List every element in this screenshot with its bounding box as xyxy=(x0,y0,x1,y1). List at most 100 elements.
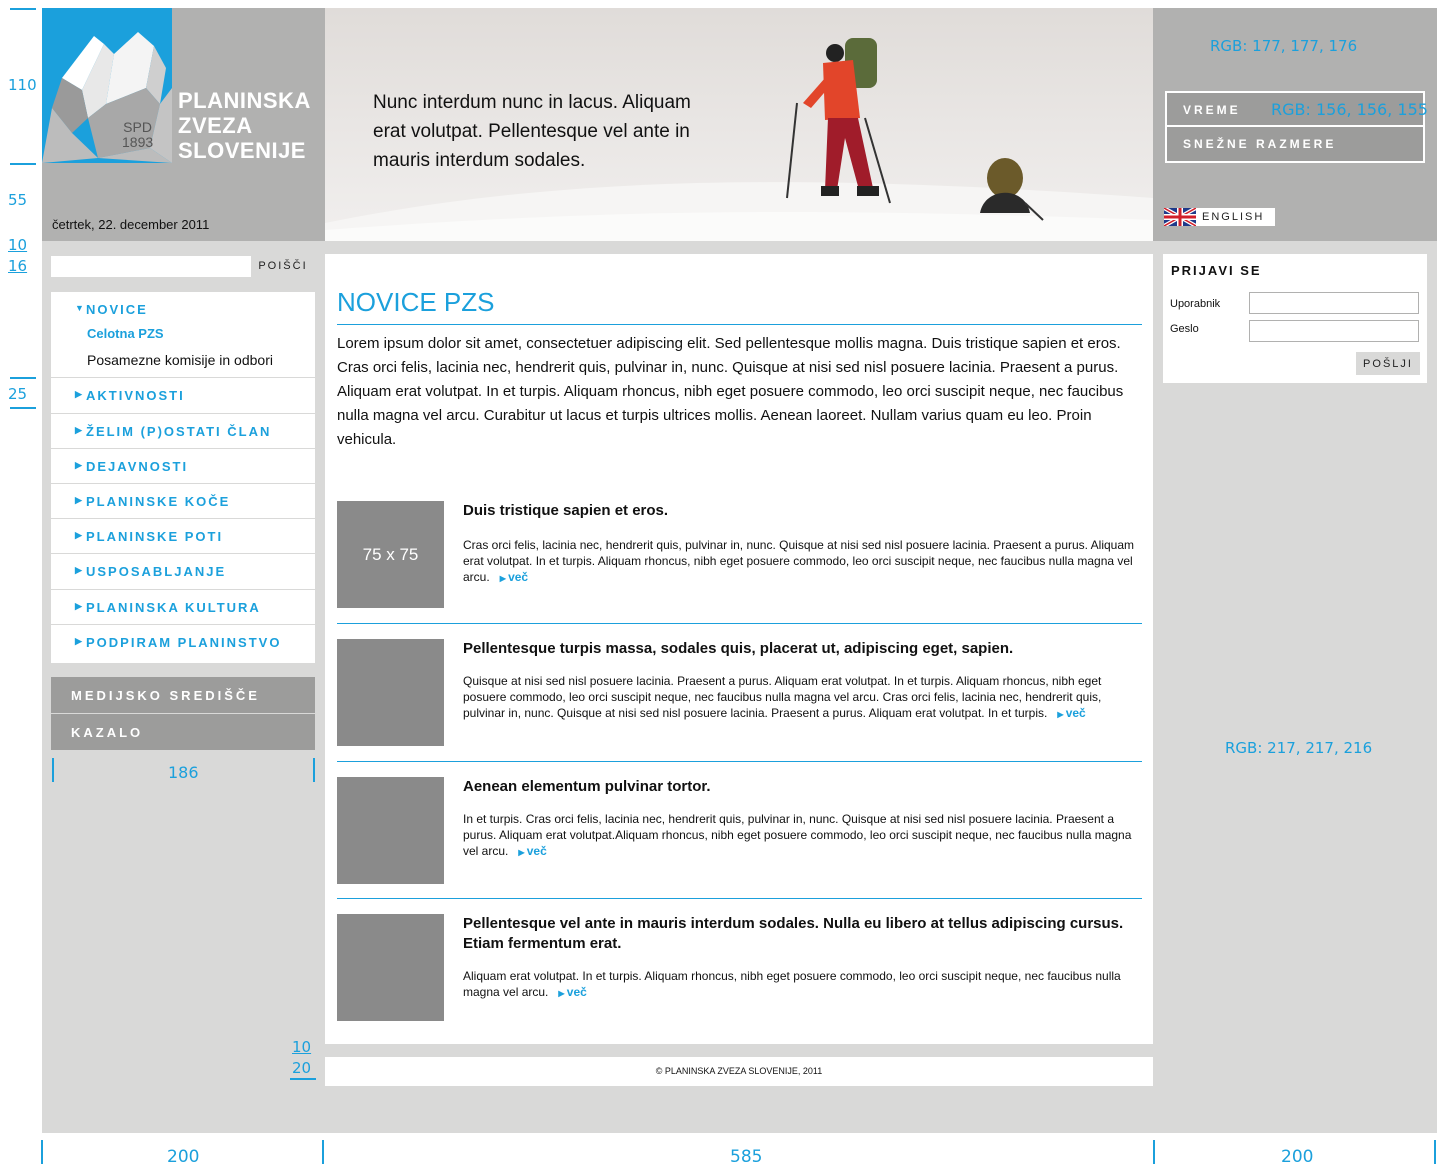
annotation-rgb-header: RGB: 177, 177, 176 xyxy=(1210,37,1358,55)
annotation-rgb-bg: RGB: 217, 217, 216 xyxy=(1225,739,1373,757)
logo-spd-text: SPD xyxy=(123,119,152,135)
nav-item-zelim-postati-clan[interactable]: ▶ ŽELIM (P)OSTATI ČLAN xyxy=(51,413,315,449)
news-title[interactable]: Aenean elementum pulvinar tortor. xyxy=(463,777,1138,797)
annotation-gap-10: 10 xyxy=(292,1038,312,1056)
login-panel: PRIJAVI SE Uporabnik Geslo POŠLJI xyxy=(1163,254,1427,383)
main-content: NOVICE PZS Lorem ipsum dolor sit amet, c… xyxy=(325,254,1153,1044)
nav-item-planinske-koce[interactable]: ▶ PLANINSKE KOČE xyxy=(51,483,315,519)
news-thumbnail[interactable] xyxy=(337,914,444,1021)
more-link[interactable]: ▶ več xyxy=(518,844,546,858)
news-body-text: Quisque at nisi sed nisl posuere lacinia… xyxy=(463,674,1102,720)
news-body: Cras orci felis, lacinia nec, hendrerit … xyxy=(463,537,1138,587)
nav-item-kazalo[interactable]: KAZALO xyxy=(51,714,315,750)
english-language-link[interactable]: ENGLISH xyxy=(1164,208,1275,226)
subnav-posamezne-komisije[interactable]: Posamezne komisije in odbori xyxy=(87,352,273,368)
chevron-right-icon: ▶ xyxy=(75,389,82,399)
footer-copyright: © PLANINSKA ZVEZA SLOVENIJE, 2011 xyxy=(325,1057,1153,1086)
annotation-tick xyxy=(1153,1140,1155,1164)
more-label: več xyxy=(508,570,529,584)
nav-item-dejavnosti[interactable]: ▶ DEJAVNOSTI xyxy=(51,448,315,484)
search-button[interactable]: POIŠČI xyxy=(251,256,315,277)
more-link[interactable]: ▶ več xyxy=(1057,706,1085,720)
more-label: več xyxy=(566,985,587,999)
annotation-col-mid: 585 xyxy=(730,1147,763,1165)
nav-item-medijsko-sredisce[interactable]: MEDIJSKO SREDIŠČE xyxy=(51,677,315,713)
nav-item-label: USPOSABLJANJE xyxy=(86,564,227,579)
annotation-tick xyxy=(290,1078,316,1080)
chevron-right-icon: ▶ xyxy=(1057,710,1066,719)
nav-item-label: ŽELIM (P)OSTATI ČLAN xyxy=(86,424,272,439)
news-divider xyxy=(337,623,1142,624)
page-title: NOVICE PZS xyxy=(337,287,495,317)
chevron-right-icon: ▶ xyxy=(75,636,82,646)
logo-line-3: SLOVENIJE xyxy=(178,138,306,163)
logo-wordmark: PLANINSKA ZVEZA SLOVENIJE xyxy=(178,88,311,163)
chevron-right-icon: ▶ xyxy=(518,848,527,857)
secondary-nav: MEDIJSKO SREDIŠČE KAZALO xyxy=(51,677,315,750)
annotation-col-left: 200 xyxy=(167,1147,200,1165)
chevron-right-icon: ▶ xyxy=(499,574,509,583)
annotation-height-16: 16 xyxy=(8,257,28,275)
annotation-height-10: 10 xyxy=(8,236,28,254)
uk-flag-icon xyxy=(1164,208,1196,226)
chevron-right-icon: ▶ xyxy=(75,425,82,435)
search-input[interactable]: POIŠČI xyxy=(51,256,315,277)
username-field[interactable] xyxy=(1249,292,1419,314)
news-thumbnail[interactable] xyxy=(337,777,444,884)
vreme-label: VREME xyxy=(1183,103,1241,117)
news-thumbnail[interactable] xyxy=(337,639,444,746)
annotation-tick xyxy=(10,407,36,409)
chevron-down-icon: ▼ xyxy=(75,303,84,313)
chevron-right-icon: ▶ xyxy=(75,565,82,575)
annotation-tick xyxy=(10,377,36,379)
news-title[interactable]: Pellentesque turpis massa, sodales quis,… xyxy=(463,639,1138,659)
login-title: PRIJAVI SE xyxy=(1171,263,1262,278)
chevron-right-icon: ▶ xyxy=(75,495,82,505)
chevron-right-icon: ▶ xyxy=(75,460,82,470)
news-thumbnail[interactable]: 75 x 75 xyxy=(337,501,444,608)
annotation-col-right: 200 xyxy=(1281,1147,1314,1165)
english-label: ENGLISH xyxy=(1202,211,1265,223)
nav-item-planinska-kultura[interactable]: ▶ PLANINSKA KULTURA xyxy=(51,589,315,625)
password-field[interactable] xyxy=(1249,320,1419,342)
annotation-width-186: 186 xyxy=(168,763,199,782)
annotation-height-110: 110 xyxy=(8,76,37,94)
chevron-right-icon: ▶ xyxy=(75,530,82,540)
subnav-celotna-pzs[interactable]: Celotna PZS xyxy=(87,326,164,341)
news-body: Quisque at nisi sed nisl posuere lacinia… xyxy=(463,673,1138,723)
logo-line-1: PLANINSKA xyxy=(178,88,311,113)
annotation-height-25: 25 xyxy=(8,385,28,403)
chevron-right-icon: ▶ xyxy=(75,601,82,611)
news-title[interactable]: Duis tristique sapien et eros. xyxy=(463,501,1138,521)
intro-text: Lorem ipsum dolor sit amet, consectetuer… xyxy=(337,335,1124,448)
nav-item-usposabljanje[interactable]: ▶ USPOSABLJANJE xyxy=(51,553,315,589)
annotation-tick xyxy=(322,1140,324,1164)
news-title[interactable]: Pellentesque vel ante in mauris interdum… xyxy=(463,914,1138,954)
submit-button[interactable]: POŠLJI xyxy=(1356,352,1420,375)
more-label: več xyxy=(1065,706,1086,720)
nav-item-label: PODPIRAM PLANINSTVO xyxy=(86,635,282,650)
news-divider xyxy=(337,761,1142,762)
password-label: Geslo xyxy=(1170,323,1199,335)
title-divider xyxy=(337,324,1142,325)
nav-item-label: PLANINSKA KULTURA xyxy=(86,600,261,615)
more-link[interactable]: ▶ več xyxy=(500,570,528,584)
username-label: Uporabnik xyxy=(1170,298,1221,310)
hero-text: Nunc interdum nunc in lacus. Aliquam era… xyxy=(373,92,691,171)
annotation-gap-20: 20 xyxy=(292,1059,312,1077)
main-nav: ▼ NOVICE Celotna PZS Posamezne komisije … xyxy=(51,292,315,663)
snezne-razmere-button[interactable]: SNEŽNE RAZMERE xyxy=(1165,127,1425,163)
annotation-tick xyxy=(41,1140,43,1164)
nav-item-planinske-poti[interactable]: ▶ PLANINSKE POTI xyxy=(51,518,315,554)
nav-item-podpiram-planinstvo[interactable]: ▶ PODPIRAM PLANINSTVO xyxy=(51,624,315,660)
current-date: četrtek, 22. december 2011 xyxy=(52,217,210,232)
nav-item-aktivnosti[interactable]: ▶ AKTIVNOSTI xyxy=(51,377,315,413)
annotation-tick xyxy=(1434,1140,1436,1164)
nav-item-label: AKTIVNOSTI xyxy=(86,388,185,403)
more-link[interactable]: ▶ več xyxy=(558,985,586,999)
logo-block[interactable]: SPD 1893 PLANINSKA ZVEZA SLOVENIJE četrt… xyxy=(42,8,325,241)
logo-year-text: 1893 xyxy=(122,134,154,150)
annotation-tick xyxy=(10,8,36,10)
news-divider xyxy=(337,898,1142,899)
annotation-tick xyxy=(313,758,315,782)
